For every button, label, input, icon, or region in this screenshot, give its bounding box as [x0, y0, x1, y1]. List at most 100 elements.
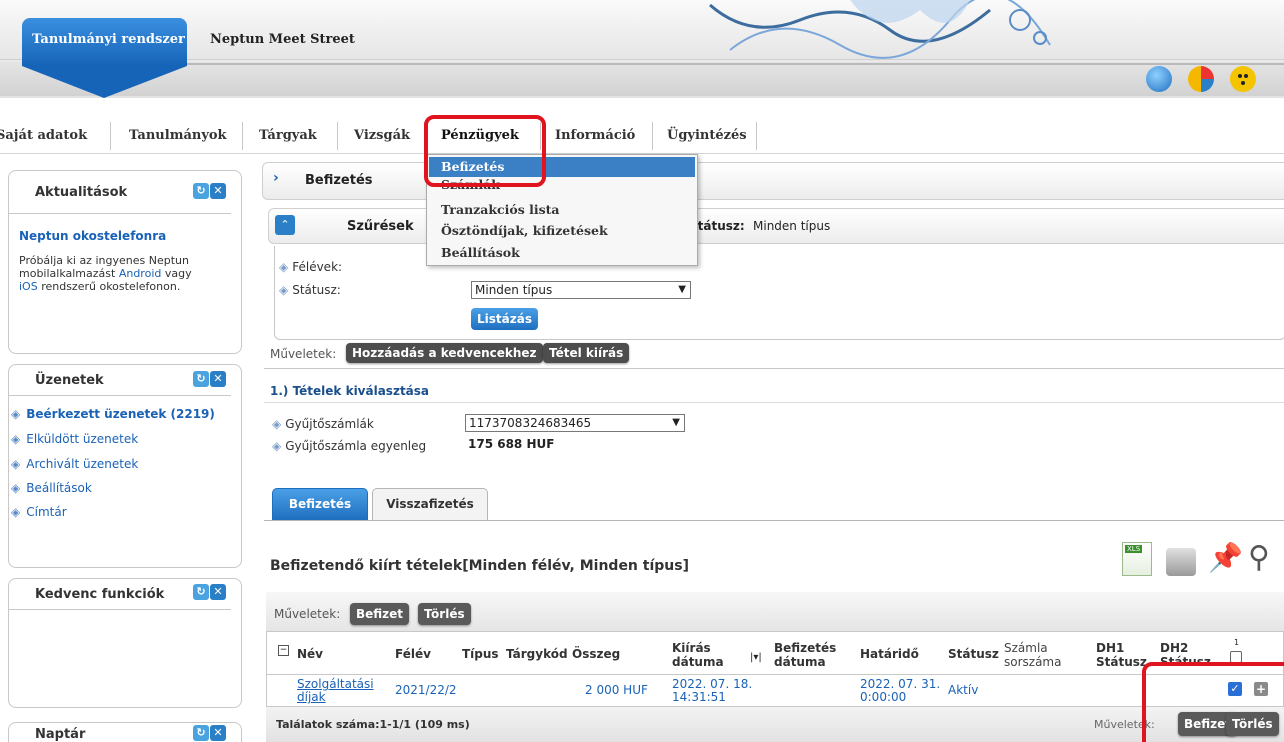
panel-aktualitasok: Aktualitások ↻ ✕ Neptun okostelefonra Pr…	[8, 170, 242, 354]
col-type[interactable]: Típus	[462, 647, 499, 661]
menu-tanulmanyok[interactable]: Tanulmányok	[129, 128, 227, 143]
tab-befizetes[interactable]: Befizetés	[272, 488, 368, 520]
col-status[interactable]: Státusz	[948, 647, 999, 661]
panel-title: Aktualitások	[35, 185, 128, 200]
dropdown-item-osztondijak[interactable]: Ösztöndíjak, kifizetések	[441, 223, 608, 238]
menu-sajat-adatok[interactable]: Saját adatok	[0, 128, 87, 143]
close-icon[interactable]: ✕	[210, 584, 226, 600]
pin-icon[interactable]: 📌	[1208, 540, 1243, 576]
messages-directory[interactable]: ◈ Címtár	[11, 505, 67, 519]
col-name[interactable]: Név	[297, 647, 323, 661]
panel-title: Naptár	[35, 727, 86, 742]
page-title-bar: › Befizetés	[262, 162, 1284, 200]
row-deadline: 2022. 07. 31. 0:00:00	[860, 677, 941, 704]
add-favorite-button[interactable]: Hozzáadás a kedvencekhez	[346, 343, 543, 363]
news-line-2: mobilalkalmazást	[19, 267, 116, 280]
collapse-icon[interactable]: ⌃	[275, 215, 295, 235]
chevron-down-icon: ▼	[672, 417, 680, 428]
close-icon[interactable]: ✕	[210, 725, 226, 741]
pay-button[interactable]: Befizet	[350, 603, 410, 625]
header-decoration	[709, 0, 1051, 59]
refresh-icon[interactable]: ↻	[193, 371, 209, 387]
close-icon[interactable]: ✕	[210, 183, 226, 199]
list-button[interactable]: Listázás	[471, 308, 538, 330]
menu-targyak[interactable]: Tárgyak	[259, 128, 317, 143]
globe-icon[interactable]	[1146, 66, 1172, 92]
status-label: ◈ Státusz:	[279, 283, 341, 297]
messages-sent[interactable]: ◈ Elküldött üzenetek	[11, 432, 138, 446]
news-line-1: Próbálja ki az ingyenes Neptun	[19, 254, 189, 267]
divider	[266, 674, 1284, 675]
dropdown-item-tranzakcios-lista[interactable]: Tranzakciós lista	[441, 202, 560, 217]
system-tab[interactable]	[22, 18, 187, 100]
account-select[interactable]: 1173708324683465 ▼	[465, 414, 685, 432]
main-menu: Saját adatok Tanulmányok Tárgyak Vizsgák…	[0, 112, 1284, 154]
chevron-down-icon: ▼	[678, 284, 686, 295]
delete-button[interactable]: Törlés	[418, 603, 471, 625]
col-dh1-status[interactable]: DH1 Státusz	[1096, 641, 1147, 669]
search-icon[interactable]: ⚲	[1248, 540, 1278, 576]
refresh-icon[interactable]: ↻	[193, 725, 209, 741]
print-icon[interactable]	[1166, 548, 1196, 576]
filter-title: Szűrések	[347, 219, 414, 234]
table-title: Befizetendő kiírt tételek[Minden félév, …	[270, 558, 689, 574]
tab-visszafizetes[interactable]: Visszafizetés	[372, 488, 488, 520]
directory-label: Címtár	[26, 505, 67, 519]
sort-filter-icon[interactable]: |▾|	[750, 652, 762, 663]
col-subject-code[interactable]: Tárgykód	[506, 647, 568, 661]
messages-inbox[interactable]: ◈ Beérkezett üzenetek (2219)	[11, 407, 215, 421]
col-posted-date[interactable]: Kiírás dátuma	[672, 641, 724, 669]
news-text: Próbálja ki az ingyenes Neptun mobilalka…	[19, 254, 192, 293]
dropdown-item-beallitasok[interactable]: Beállítások	[441, 245, 520, 260]
ios-link[interactable]: iOS	[19, 280, 38, 293]
refresh-icon[interactable]: ↻	[193, 183, 209, 199]
panel-tools: ↻ ✕	[193, 371, 226, 387]
menu-ugyintezes[interactable]: Ügyintézés	[667, 128, 747, 143]
close-icon[interactable]: ✕	[210, 371, 226, 387]
chevron-right-icon: ›	[273, 170, 279, 186]
status-select[interactable]: Minden típus ▼	[471, 281, 691, 299]
page-title: Befizetés	[305, 173, 373, 188]
col-paid-date[interactable]: Befizetés dátuma	[774, 641, 836, 669]
settings-label: Beállítások	[26, 481, 92, 495]
filter-summary-value: Minden típus	[753, 219, 831, 233]
tabs-underline	[264, 520, 1284, 521]
accessibility-icon[interactable]	[1230, 66, 1256, 92]
menu-informacio[interactable]: Információ	[555, 128, 635, 143]
results-count: Találatok száma:1-1/1 (109 ms)	[276, 718, 470, 731]
row-posted-date: 2022. 07. 18. 14:31:51	[672, 677, 753, 704]
account-label: ◈ Gyűjtőszámlák	[272, 417, 374, 431]
col-semester[interactable]: Félév	[395, 647, 431, 661]
news-title[interactable]: Neptun okostelefonra	[19, 229, 166, 243]
messages-archived[interactable]: ◈ Archivált üzenetek	[11, 457, 138, 471]
panel-title: Kedvenc funkciók	[35, 587, 165, 602]
system-tab-label: Tanulmányi rendszer	[32, 32, 185, 47]
row-name[interactable]: Szolgáltatási díjak	[297, 678, 374, 704]
col-deadline[interactable]: Határidő	[860, 647, 919, 661]
col-amount[interactable]: Összeg	[572, 647, 620, 661]
meet-street-link[interactable]: Neptun Meet Street	[210, 32, 355, 47]
account-select-value: 1173708324683465	[469, 416, 592, 430]
refresh-icon[interactable]: ↻	[193, 584, 209, 600]
status-select-value: Minden típus	[475, 283, 553, 297]
excel-export-icon[interactable]: XLS	[1122, 542, 1152, 576]
panel-naptar: Naptár ↻ ✕	[8, 722, 242, 742]
messages-settings[interactable]: ◈ Beállítások	[11, 481, 92, 495]
collapse-all-icon[interactable]: −	[278, 645, 289, 656]
row-amount: 2 000 HUF	[585, 683, 648, 697]
color-theme-icon[interactable]	[1188, 66, 1214, 92]
news-line-2b: vagy	[164, 267, 192, 280]
sent-label: Elküldött üzenetek	[26, 432, 139, 446]
panel-uzenetek: Üzenetek ↻ ✕ ◈ Beérkezett üzenetek (2219)…	[8, 364, 242, 568]
highlight-penzugyek-befizetes	[424, 115, 546, 187]
row-status: Aktív	[948, 683, 979, 697]
inbox-label: Beérkezett üzenetek (2219)	[26, 407, 215, 421]
section-title: 1.) Tételek kiválasztása	[270, 384, 430, 398]
android-link[interactable]: Android	[119, 267, 162, 280]
menu-vizsgak[interactable]: Vizsgák	[354, 128, 410, 143]
col-invoice-number[interactable]: Számla sorszáma	[1004, 641, 1061, 669]
filter-bar: ⌃ Szűrések Státusz: Minden típus	[268, 208, 1284, 244]
row-semester: 2021/22/2	[395, 683, 457, 697]
news-line-3: rendszerű okostelefonon.	[41, 280, 181, 293]
item-post-button[interactable]: Tétel kiírás	[543, 343, 630, 363]
